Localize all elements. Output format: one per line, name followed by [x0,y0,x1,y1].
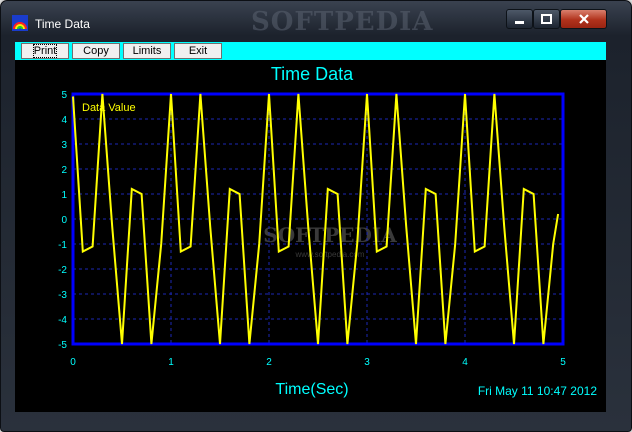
x-tick-label: 4 [462,357,468,368]
y-tick-label: -4 [58,315,67,326]
y-tick-label: 3 [61,140,67,151]
x-tick-label: 3 [364,357,370,368]
title-bar[interactable]: SOFTPEDIA Time Data [1,1,631,37]
background-watermark-text: SOFTPEDIA [251,7,434,37]
x-axis-label: Time(Sec) [275,381,348,398]
y-tick-label: -5 [58,340,67,351]
x-tick-label: 5 [560,357,566,368]
y-tick-labels: 5 4 3 2 1 0 -1 -2 -3 -4 -5 [58,90,67,351]
y-tick-label: -3 [58,290,67,301]
x-tick-labels: 0 1 2 3 4 5 [70,357,566,368]
x-tick-label: 1 [168,357,174,368]
client-area: Print Copy Limits Exit Time Data SOFTPED… [15,42,606,412]
close-icon [578,14,589,24]
toolbar: Print Copy Limits Exit [15,42,606,60]
app-rainbow-icon[interactable] [12,15,28,31]
minimize-button[interactable] [506,9,533,29]
window-title: Time Data [35,17,90,31]
softpedia-watermark-url: www.softpedia.com [295,250,365,259]
y-tick-label: 4 [61,115,67,126]
y-tick-label: 5 [61,90,67,101]
legend-data-value: Data Value [82,102,136,114]
exit-button[interactable]: Exit [174,43,222,59]
time-data-chart: Time Data SOFTPEDIA www.softpedia.com 01… [58,64,598,398]
print-button[interactable]: Print [21,43,69,59]
y-tick-label: -2 [58,265,67,276]
maximize-icon [541,13,552,24]
x-tick-label: 0 [70,357,76,368]
y-tick-label: -1 [58,240,67,251]
chart-title: Time Data [271,64,354,84]
maximize-button[interactable] [533,9,560,29]
y-tick-label: 2 [61,165,67,176]
grid-lines [73,94,563,344]
minimize-icon [515,20,524,24]
limits-button[interactable]: Limits [123,43,171,59]
timestamp: Fri May 11 10:47 2012 [478,384,598,398]
x-tick-label: 2 [266,357,272,368]
print-button-label: Print [32,44,58,58]
limits-button-label: Limits [132,45,162,57]
copy-button[interactable]: Copy [72,43,120,59]
exit-button-label: Exit [188,45,208,57]
app-window: SOFTPEDIA Time Data Print Copy Limits Ex… [0,0,632,432]
y-tick-label: 0 [61,215,67,226]
y-tick-label: 1 [61,190,67,201]
copy-button-label: Copy [83,45,109,57]
close-button[interactable] [560,9,607,29]
